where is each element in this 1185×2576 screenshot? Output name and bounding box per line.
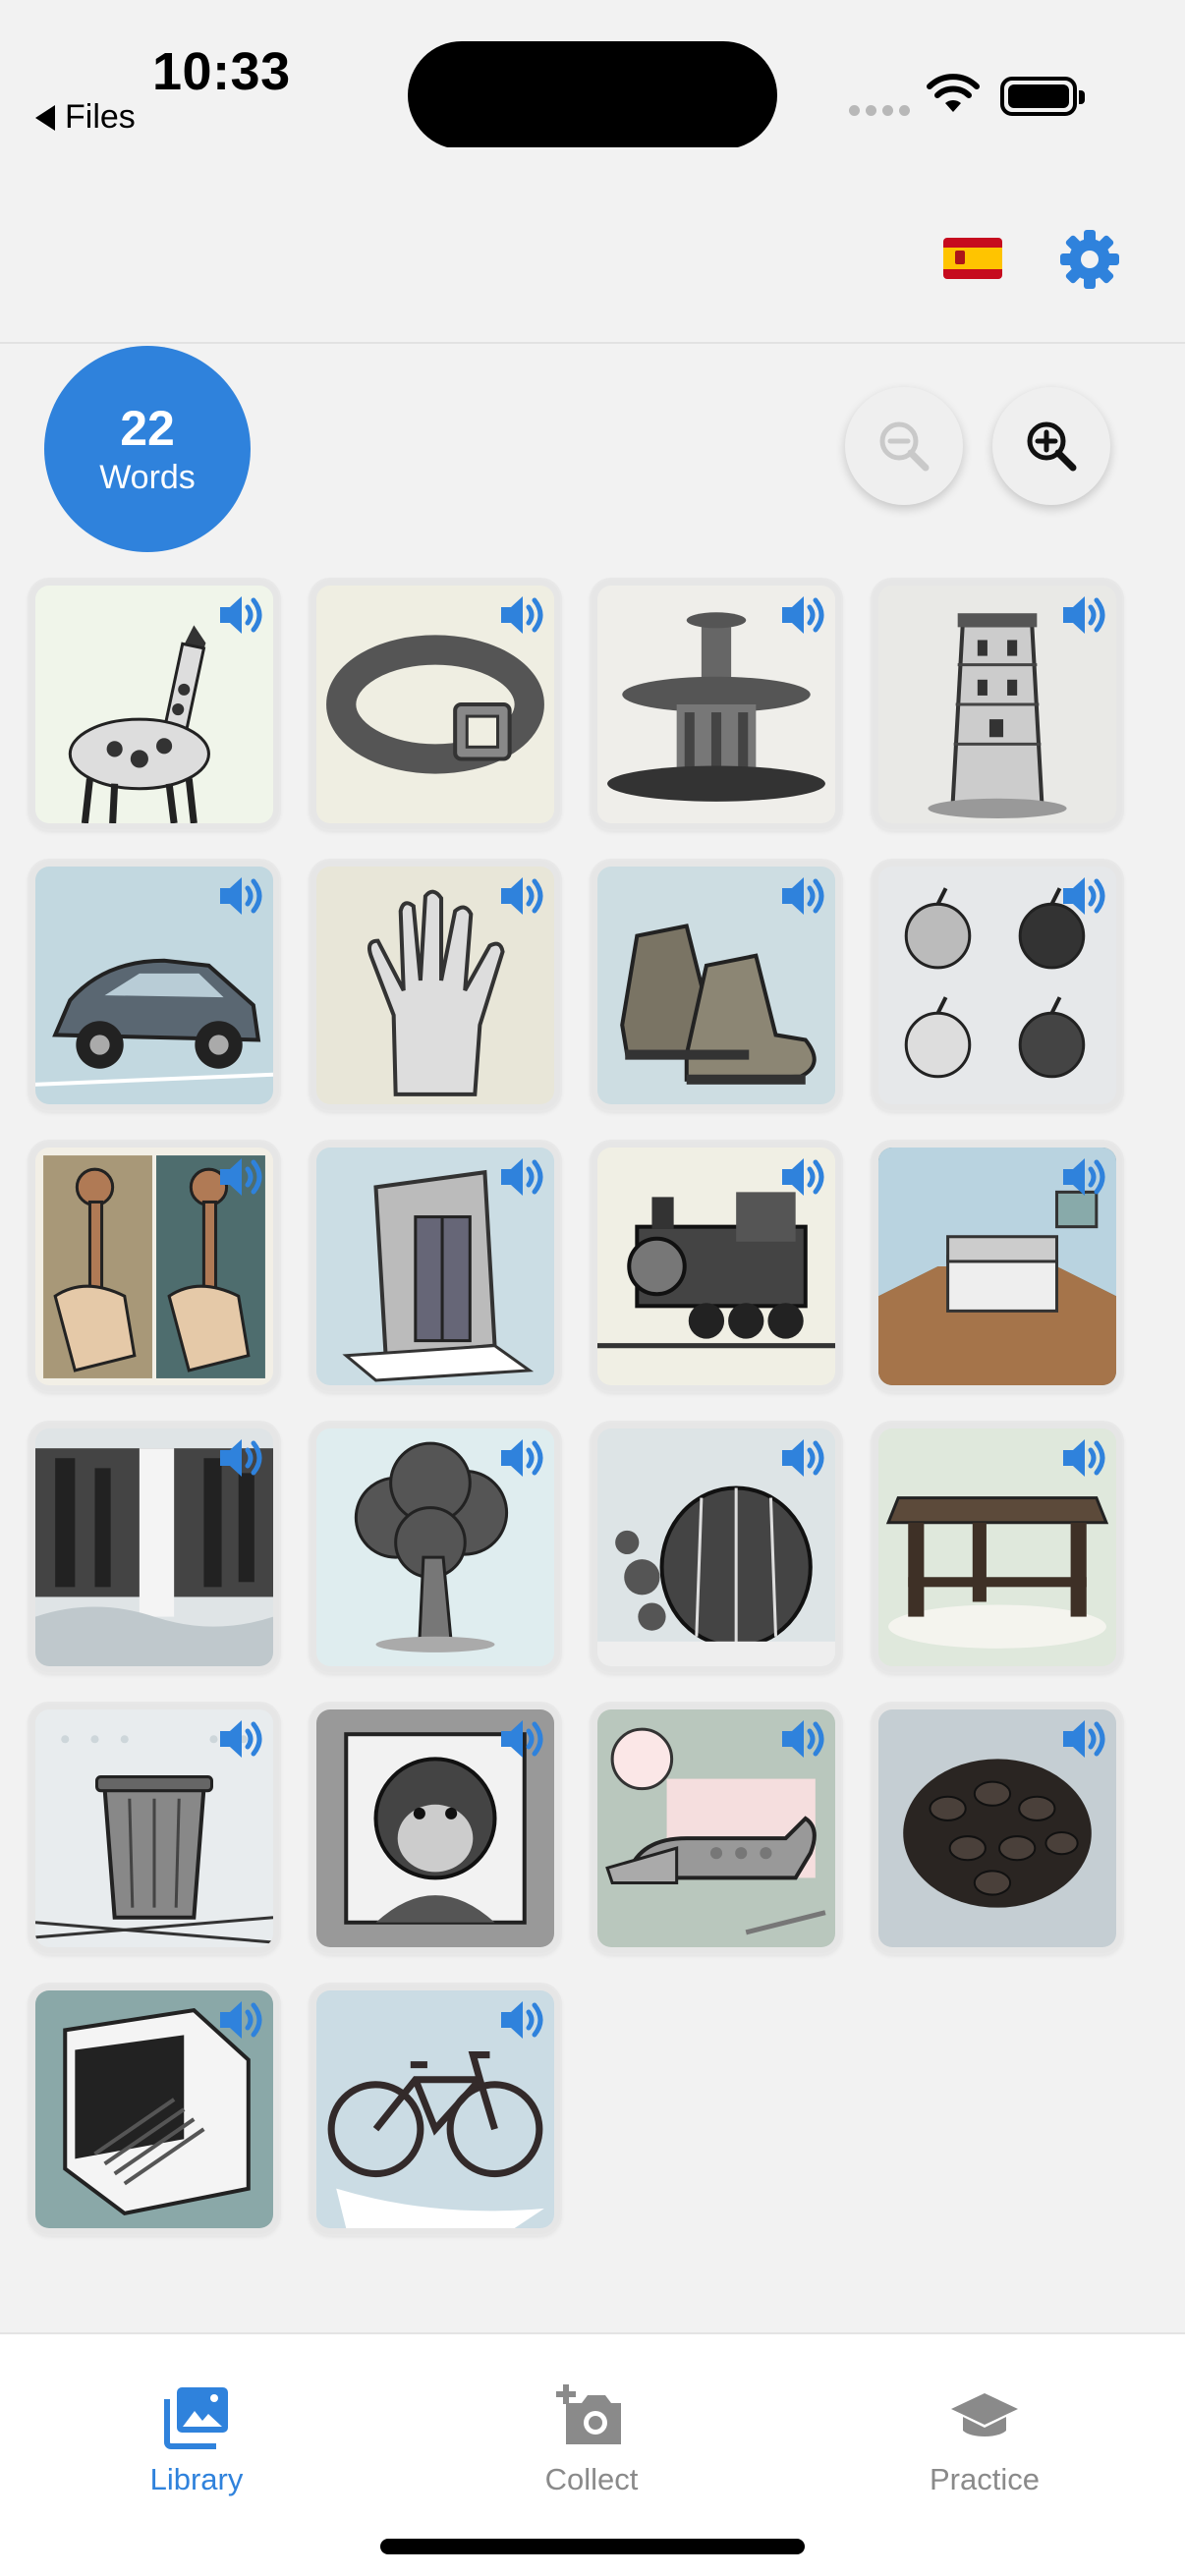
word-count-label: Words — [99, 459, 196, 496]
speaker-icon[interactable] — [216, 591, 267, 639]
word-card[interactable] — [592, 580, 841, 829]
speaker-icon[interactable] — [497, 1715, 548, 1763]
speaker-icon[interactable] — [1059, 1715, 1110, 1763]
tab-library[interactable]: Library — [49, 2383, 344, 2501]
add-photo-icon — [556, 2384, 621, 2444]
speaker-icon[interactable] — [778, 1434, 829, 1482]
zoom-in-icon — [1027, 421, 1077, 472]
zoom-out-button[interactable] — [845, 387, 963, 505]
home-indicator — [380, 2539, 805, 2554]
speaker-icon[interactable] — [778, 1715, 829, 1763]
word-card[interactable] — [310, 1985, 560, 2234]
speaker-icon[interactable] — [1059, 591, 1110, 639]
word-card[interactable] — [873, 580, 1122, 829]
word-card[interactable] — [29, 1985, 279, 2234]
word-count-badge: 22 Words — [44, 346, 251, 552]
status-bar: 10:33 Files — [0, 0, 1185, 149]
speaker-icon[interactable] — [778, 591, 829, 639]
speaker-icon[interactable] — [497, 591, 548, 639]
speaker-icon[interactable] — [1059, 1153, 1110, 1201]
spain-flag-icon[interactable] — [943, 238, 1002, 279]
back-to-files-button[interactable]: Files — [35, 98, 136, 137]
word-card[interactable] — [310, 1142, 560, 1391]
word-grid — [29, 580, 1159, 2234]
word-card[interactable] — [29, 1142, 279, 1391]
word-card[interactable] — [873, 1423, 1122, 1672]
speaker-icon[interactable] — [778, 872, 829, 920]
tab-collect[interactable]: Collect — [444, 2383, 739, 2501]
word-card[interactable] — [310, 861, 560, 1110]
speaker-icon[interactable] — [497, 1996, 548, 2044]
speaker-icon[interactable] — [216, 1996, 267, 2044]
speaker-icon[interactable] — [216, 872, 267, 920]
gear-icon[interactable] — [1058, 228, 1121, 291]
word-card[interactable] — [310, 580, 560, 829]
word-card[interactable] — [29, 1423, 279, 1672]
word-count-number: 22 — [120, 401, 175, 456]
word-card[interactable] — [310, 1704, 560, 1953]
zoom-out-icon — [879, 421, 930, 472]
speaker-icon[interactable] — [497, 1434, 548, 1482]
speaker-icon[interactable] — [778, 1153, 829, 1201]
word-card[interactable] — [29, 1704, 279, 1953]
speaker-icon[interactable] — [1059, 1434, 1110, 1482]
word-card[interactable] — [592, 1704, 841, 1953]
word-card[interactable] — [873, 861, 1122, 1110]
back-triangle-icon — [35, 104, 55, 131]
speaker-icon[interactable] — [1059, 872, 1110, 920]
tab-library-label: Library — [149, 2462, 244, 2496]
word-card[interactable] — [592, 1423, 841, 1672]
back-label: Files — [65, 98, 136, 136]
speaker-icon[interactable] — [497, 1153, 548, 1201]
word-card[interactable] — [29, 861, 279, 1110]
word-card[interactable] — [592, 1142, 841, 1391]
graduation-cap-icon — [951, 2393, 1018, 2436]
zoom-in-button[interactable] — [992, 387, 1110, 505]
speaker-icon[interactable] — [497, 872, 548, 920]
word-card[interactable] — [592, 861, 841, 1110]
word-card[interactable] — [310, 1423, 560, 1672]
word-card[interactable] — [29, 580, 279, 829]
word-card[interactable] — [873, 1142, 1122, 1391]
dynamic-island — [408, 41, 777, 149]
speaker-icon[interactable] — [216, 1153, 267, 1201]
cellular-signal-icon — [849, 105, 910, 116]
nav-header — [0, 147, 1185, 344]
tab-practice-label: Practice — [930, 2462, 1040, 2496]
tab-collect-label: Collect — [544, 2462, 639, 2496]
tab-practice[interactable]: Practice — [837, 2383, 1132, 2501]
battery-icon — [1000, 77, 1085, 116]
wifi-icon — [927, 74, 980, 112]
status-time: 10:33 — [152, 42, 291, 101]
speaker-icon[interactable] — [216, 1434, 267, 1482]
photo-library-icon — [164, 2387, 228, 2449]
speaker-icon[interactable] — [216, 1715, 267, 1763]
word-card[interactable] — [873, 1704, 1122, 1953]
